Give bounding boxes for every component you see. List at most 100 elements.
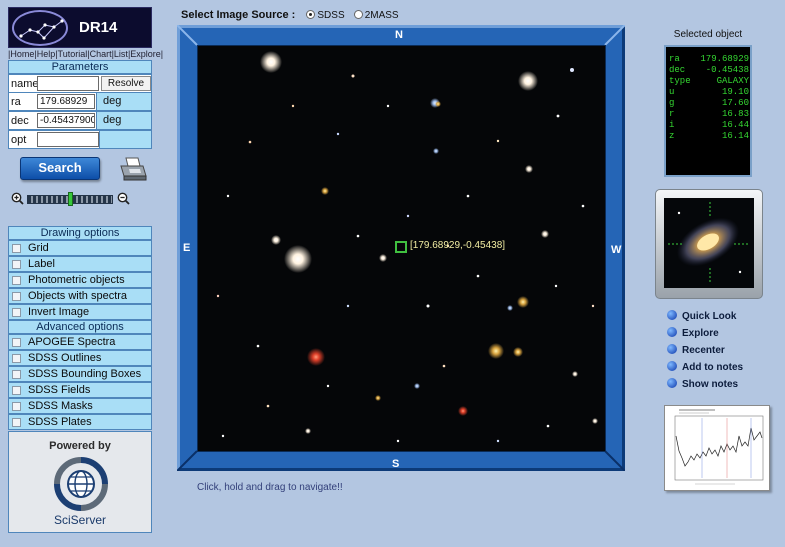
image-source-label: Select Image Source : <box>181 9 296 21</box>
zoom-slider-handle[interactable] <box>68 192 73 206</box>
option-sdss-masks[interactable]: SDSS Masks <box>8 398 152 414</box>
opt-row: opt <box>8 130 152 149</box>
checkbox[interactable] <box>12 402 21 411</box>
option-label: SDSS Outlines <box>28 352 102 364</box>
ra-row: ra 179.68929 deg <box>8 92 152 111</box>
compass-east: E <box>183 242 191 254</box>
powered-by-label: Powered by <box>49 440 111 452</box>
option-label: Grid <box>28 242 49 254</box>
ra-input[interactable]: 179.68929 <box>37 94 95 109</box>
opt-spacer <box>99 131 151 148</box>
ra-label: ra <box>11 96 21 108</box>
opt-input[interactable] <box>37 132 99 147</box>
quick-look-link[interactable]: Quick Look <box>667 310 736 322</box>
checkbox[interactable] <box>12 244 21 253</box>
option-label: SDSS Plates <box>28 416 92 428</box>
compass-south: S <box>392 458 400 470</box>
checkbox[interactable] <box>12 386 21 395</box>
option-label: SDSS Fields <box>28 384 91 396</box>
selected-object-coordinates: [179.68929,-0.45438] <box>410 240 506 251</box>
drawing-options-heading: Drawing options <box>8 226 152 240</box>
nav-tutorial-link[interactable]: |Tutorial <box>55 49 87 59</box>
bullet-icon <box>667 344 677 354</box>
option-sdss-fields[interactable]: SDSS Fields <box>8 382 152 398</box>
constellation-icon <box>12 10 68 46</box>
printer-icon[interactable] <box>118 156 148 182</box>
bullet-icon <box>667 327 677 337</box>
spectrum-thumbnail[interactable] <box>664 405 770 491</box>
name-row: name Resolve <box>8 74 152 93</box>
name-label: name <box>11 78 39 90</box>
option-label: APOGEE Spectra <box>28 336 116 348</box>
show-notes-link[interactable]: Show notes <box>667 378 738 390</box>
selected-object-marker[interactable] <box>395 241 407 253</box>
dec-row: dec -0.45437900 deg <box>8 111 152 130</box>
search-button[interactable]: Search <box>20 157 100 180</box>
parameters-heading: Parameters <box>8 60 152 74</box>
dec-input[interactable]: -0.45437900 <box>37 113 95 128</box>
advanced-options-heading: Advanced options <box>8 320 152 334</box>
object-thumbnail[interactable] <box>664 198 754 288</box>
compass-north: N <box>395 29 403 41</box>
nav-home-link[interactable]: |Home <box>8 49 34 59</box>
powered-by-panel: Powered by SciServer <box>8 431 152 533</box>
app-title: DR14 <box>79 19 118 36</box>
name-input[interactable] <box>37 76 99 91</box>
option-objects-with-spectra[interactable]: Objects with spectra <box>8 288 152 304</box>
opt-label: opt <box>11 134 27 146</box>
drag-hint: Click, hold and drag to navigate!! <box>197 482 343 493</box>
recenter-link[interactable]: Recenter <box>667 344 725 356</box>
sdss-radio-label: SDSS <box>317 10 345 21</box>
checkbox[interactable] <box>12 276 21 285</box>
zoom-in-icon[interactable] <box>117 192 130 205</box>
checkbox[interactable] <box>12 292 21 301</box>
nav-explore-link[interactable]: |Explore <box>128 49 161 59</box>
compass-west: W <box>611 244 622 256</box>
sciserver-logo-icon[interactable] <box>52 456 110 512</box>
ra-unit: deg <box>96 93 151 110</box>
option-sdss-bounding-boxes[interactable]: SDSS Bounding Boxes <box>8 366 152 382</box>
selected-object-readout: ra 179.68929 dec -0.45438 type GALAXY u 19.1… <box>664 45 752 177</box>
option-label: Invert Image <box>28 306 90 318</box>
nav-list-link[interactable]: |List <box>112 49 128 59</box>
image-source-selector: Select Image Source : SDSS 2MASS <box>181 9 399 21</box>
nav-chart-link[interactable]: |Chart <box>87 49 111 59</box>
checkbox[interactable] <box>12 418 21 427</box>
dec-label: dec <box>11 115 29 127</box>
bullet-icon <box>667 361 677 371</box>
checkbox[interactable] <box>12 308 21 317</box>
bullet-icon <box>667 310 677 320</box>
zoom-out-icon[interactable] <box>11 192 24 205</box>
option-label: Photometric objects <box>28 274 125 286</box>
nav-separator: | <box>160 49 164 59</box>
checkbox[interactable] <box>12 370 21 379</box>
2mass-radio[interactable] <box>353 10 363 19</box>
sciserver-brand: SciServer <box>53 513 106 527</box>
checkbox[interactable] <box>12 338 21 347</box>
2mass-radio-label: 2MASS <box>364 10 399 21</box>
dr14-logo[interactable]: DR14 <box>8 7 152 48</box>
option-label: Label <box>28 258 55 270</box>
option-label-toggle[interactable]: Label <box>8 256 152 272</box>
add-to-notes-link[interactable]: Add to notes <box>667 361 743 373</box>
selected-object-heading: Selected object <box>673 29 743 40</box>
nav-links: |Home|Help|Tutorial|Chart|List|Explore| <box>8 49 178 59</box>
option-grid[interactable]: Grid <box>8 240 152 256</box>
option-label: SDSS Masks <box>28 400 93 412</box>
explore-link[interactable]: Explore <box>667 327 719 339</box>
checkbox[interactable] <box>12 354 21 363</box>
resolve-button[interactable]: Resolve <box>101 76 151 91</box>
option-sdss-plates[interactable]: SDSS Plates <box>8 414 152 430</box>
checkbox[interactable] <box>12 260 21 269</box>
option-label: SDSS Bounding Boxes <box>28 368 142 380</box>
sdss-radio[interactable] <box>306 10 316 19</box>
option-apogee-spectra[interactable]: APOGEE Spectra <box>8 334 152 350</box>
nav-help-link[interactable]: |Help <box>34 49 55 59</box>
option-photometric-objects[interactable]: Photometric objects <box>8 272 152 288</box>
option-label: Objects with spectra <box>28 290 128 302</box>
option-sdss-outlines[interactable]: SDSS Outlines <box>8 350 152 366</box>
object-thumbnail-frame <box>655 189 763 299</box>
dec-unit: deg <box>96 112 151 129</box>
option-invert-image[interactable]: Invert Image <box>8 304 152 320</box>
bullet-icon <box>667 378 677 388</box>
